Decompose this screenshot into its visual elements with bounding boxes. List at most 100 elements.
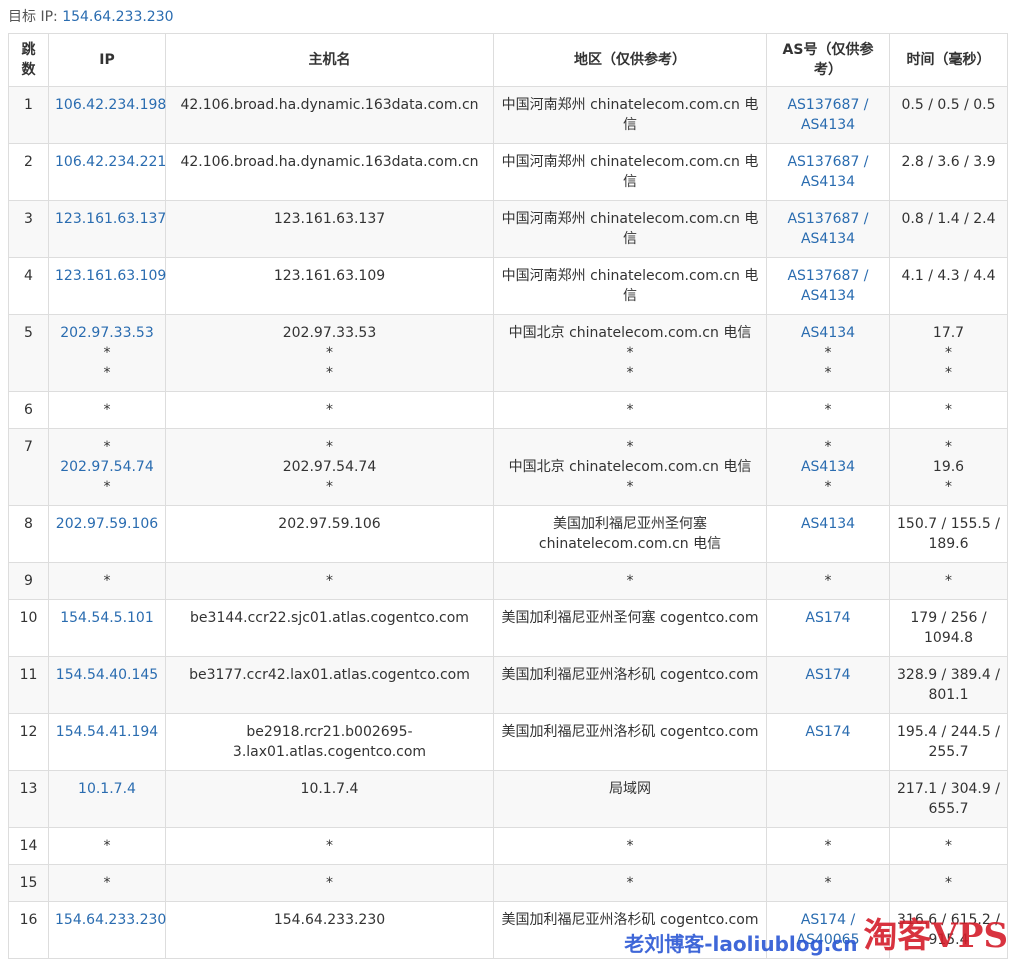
hostname-cell: 202.97.33.53 * * [165, 314, 494, 392]
hop-cell: 1 [8, 86, 49, 144]
target-ip-value[interactable]: 154.64.233.230 [62, 9, 173, 25]
as-cell-line[interactable]: AS137687 / [773, 209, 883, 229]
hostname-cell-line: 202.97.33.53 [282, 325, 377, 341]
header-hop: 跳 数 [8, 33, 49, 87]
as-cell-line[interactable]: AS4134 [773, 457, 883, 477]
as-cell-line[interactable]: AS137687 / [773, 152, 883, 172]
hostname-cell-line: 154.64.233.230 [273, 912, 386, 928]
as-cell: AS174 [766, 656, 890, 714]
hostname-cell-line: be3144.ccr22.sjc01.atlas.cogentco.com [190, 610, 469, 626]
hostname-cell-line: * [326, 365, 333, 381]
as-cell-line: * [824, 573, 832, 589]
as-cell-line[interactable]: AS4134 [773, 115, 883, 135]
time-cell-line: 328.9 / 389.4 / [897, 667, 1000, 683]
time-cell-line: 19.6 [932, 459, 965, 475]
as-cell: AS4134 [766, 505, 890, 563]
as-cell-line: * [824, 479, 832, 495]
hostname-cell-line: * [326, 402, 333, 418]
region-cell-line: * [626, 479, 634, 495]
ip-cell: 154.54.40.145 [48, 656, 166, 714]
time-cell: * [889, 864, 1008, 902]
region-cell: 美国加利福尼亚州洛杉矶 cogentco.com [493, 713, 767, 771]
hostname-cell-line: 123.161.63.109 [273, 268, 386, 284]
ip-cell-line[interactable]: 202.97.59.106 [55, 514, 159, 534]
hostname-cell-line: * [326, 479, 333, 495]
hostname-cell: * [165, 562, 494, 600]
as-cell-line[interactable]: AS40065 [773, 930, 883, 950]
region-cell: 美国加利福尼亚州圣何塞 cogentco.com [493, 599, 767, 657]
as-cell: AS4134 * * [766, 314, 890, 392]
hostname-cell: 123.161.63.109 [165, 257, 494, 315]
as-cell-line[interactable]: AS137687 / [773, 95, 883, 115]
ip-cell-line[interactable]: 154.54.40.145 [55, 665, 159, 685]
as-cell-line[interactable]: AS174 [773, 608, 883, 628]
hostname-cell: be3144.ccr22.sjc01.atlas.cogentco.com [165, 599, 494, 657]
as-cell-line[interactable]: AS4134 [773, 286, 883, 306]
time-cell-line: * [945, 479, 952, 495]
ip-cell: 154.54.5.101 [48, 599, 166, 657]
time-cell-line: 316.6 / 615.2 / [897, 912, 1000, 928]
ip-cell-line[interactable]: 106.42.234.198 [55, 95, 166, 115]
ip-cell: * [48, 562, 166, 600]
header-as: AS号（仅供参 考） [766, 33, 890, 87]
as-cell-line[interactable]: AS174 / [773, 910, 883, 930]
ip-cell-line[interactable]: 202.97.33.53 [55, 323, 159, 343]
region-cell-line: 中国河南郑州 chinatelecom.com.cn 电 [501, 97, 759, 113]
as-cell: AS174 [766, 599, 890, 657]
as-cell-line[interactable]: AS137687 / [773, 266, 883, 286]
ip-cell-line[interactable]: 202.97.54.74 [55, 457, 159, 477]
region-cell-line: * [626, 345, 634, 361]
time-cell-line: 0.8 / 1.4 / 2.4 [901, 211, 996, 227]
ip-cell-line[interactable]: 154.54.41.194 [55, 722, 159, 742]
as-cell-line[interactable]: AS174 [773, 722, 883, 742]
hop-cell: 3 [8, 200, 49, 258]
as-cell-line[interactable]: AS4134 [773, 229, 883, 249]
hop-cell: 12 [8, 713, 49, 771]
table-row: 1 106.42.234.198 42.106.broad.ha.dynamic.1… [8, 86, 1008, 144]
as-cell-line[interactable]: AS4134 [773, 514, 883, 534]
ip-cell-line: * [103, 345, 111, 361]
ip-cell: 154.54.41.194 [48, 713, 166, 771]
table-row: 8 202.97.59.106 202.97.59.106 美国加利福尼亚州圣何塞 ch… [8, 505, 1008, 563]
as-cell: AS137687 /AS4134 [766, 257, 890, 315]
hostname-cell: * [165, 864, 494, 902]
ip-cell-line[interactable]: 106.42.234.221 [55, 152, 166, 172]
time-cell: 150.7 / 155.5 / 189.6 [889, 505, 1008, 563]
ip-cell-line[interactable]: 123.161.63.109 [55, 266, 166, 286]
as-cell-line[interactable]: AS4134 [773, 172, 883, 192]
header-region: 地区（仅供参考） [493, 33, 767, 87]
time-cell-line: 179 / 256 / [910, 610, 987, 626]
region-cell-line: 美国加利福尼亚州洛杉矶 cogentco.com [501, 667, 759, 683]
hostname-cell: 42.106.broad.ha.dynamic.163data.com.cn [165, 143, 494, 201]
time-cell: 328.9 / 389.4 / 801.1 [889, 656, 1008, 714]
region-cell-line: 中国河南郑州 chinatelecom.com.cn 电 [501, 154, 759, 170]
region-cell: * [493, 391, 767, 429]
table-body: 1 106.42.234.198 42.106.broad.ha.dynamic.1… [8, 86, 1008, 959]
hostname-cell: 154.64.233.230 [165, 901, 494, 959]
as-cell-line[interactable]: AS4134 [773, 323, 883, 343]
hop-cell: 4 [8, 257, 49, 315]
hostname-cell-line: 202.97.54.74 [282, 459, 377, 475]
time-cell-line: 4.1 / 4.3 / 4.4 [901, 268, 996, 284]
as-cell-line[interactable]: AS174 [773, 665, 883, 685]
ip-cell-line[interactable]: 154.64.233.230 [55, 910, 166, 930]
time-cell-line: * [945, 439, 952, 455]
target-ip-label: 目标 IP: [8, 9, 58, 25]
region-cell: 美国加利福尼亚州洛杉矶 cogentco.com [493, 901, 767, 959]
hostname-cell: be3177.ccr42.lax01.atlas.cogentco.com [165, 656, 494, 714]
table-row: 4 123.161.63.109 123.161.63.109 中国河南郑州 chin… [8, 257, 1008, 315]
as-cell: AS137687 /AS4134 [766, 143, 890, 201]
ip-cell-line[interactable]: 123.161.63.137 [55, 209, 166, 229]
region-cell: 美国加利福尼亚州洛杉矶 cogentco.com [493, 656, 767, 714]
region-cell: 局域网 [493, 770, 767, 828]
ip-cell-line[interactable]: 10.1.7.4 [55, 779, 159, 799]
hop-cell: 7 [8, 428, 49, 506]
ip-cell-line[interactable]: 154.54.5.101 [55, 608, 159, 628]
time-cell-line: * [945, 345, 952, 361]
hop-cell: 8 [8, 505, 49, 563]
hostname-cell: 10.1.7.4 [165, 770, 494, 828]
region-cell-line: 信 [623, 231, 637, 247]
hop-cell: 16 [8, 901, 49, 959]
region-cell-line: 信 [623, 117, 637, 133]
table-row: 3 123.161.63.137 123.161.63.137 中国河南郑州 chin… [8, 200, 1008, 258]
